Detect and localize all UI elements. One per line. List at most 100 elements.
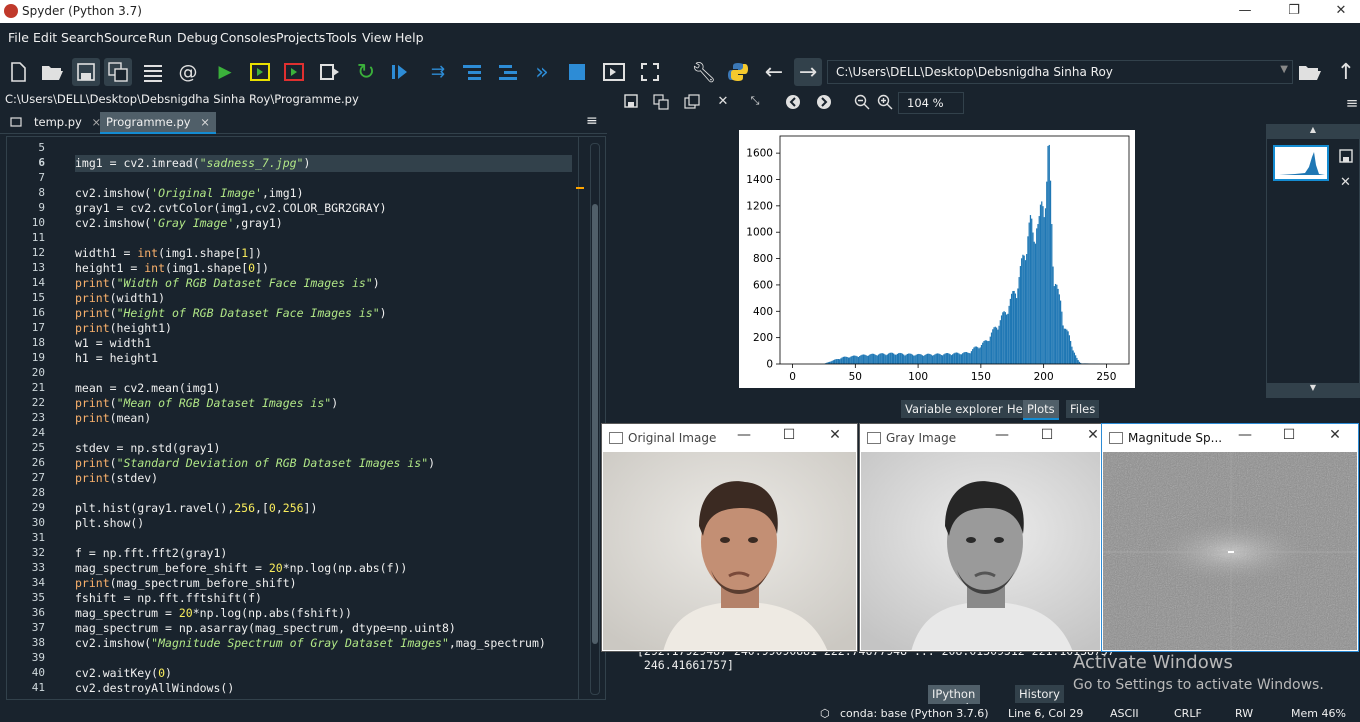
step-icon[interactable]: ⇉ bbox=[424, 58, 452, 86]
remove-all-plots-icon[interactable]: ⤡ bbox=[745, 94, 765, 112]
zoom-level-field[interactable]: 104 % bbox=[898, 92, 964, 114]
previous-plot-icon[interactable] bbox=[783, 94, 803, 112]
histogram-bar bbox=[835, 359, 837, 364]
editor-options-menu-icon[interactable]: ≡ bbox=[582, 112, 602, 134]
wrench-icon[interactable]: 🔧︎ bbox=[690, 58, 718, 86]
thumbnails-scroll-up-icon[interactable]: ▲ bbox=[1267, 125, 1359, 139]
histogram-bar bbox=[911, 354, 914, 364]
run-icon[interactable]: ▶ bbox=[211, 58, 239, 86]
line-number: 5 bbox=[38, 141, 45, 154]
cv-window-gray[interactable]: Gray Image — ☐ ✕ bbox=[859, 423, 1102, 652]
menu-search[interactable]: Search bbox=[61, 30, 104, 45]
zoom-in-icon[interactable] bbox=[875, 94, 895, 112]
tab-programme[interactable]: Programme.py × bbox=[100, 112, 216, 134]
editor-scrollbar-thumb[interactable] bbox=[592, 204, 598, 644]
run-selection-icon[interactable] bbox=[316, 58, 344, 86]
editor-tabbar: temp.py × Programme.py × ≡ bbox=[0, 110, 607, 134]
tab-files[interactable]: Files bbox=[1066, 400, 1100, 418]
window-app-icon bbox=[1109, 432, 1123, 444]
menu-bar: File Edit Search Source Run Debug Consol… bbox=[0, 26, 1360, 50]
new-file-icon[interactable] bbox=[4, 58, 32, 86]
thumbnails-scroll-down-icon[interactable]: ▼ bbox=[1267, 383, 1359, 397]
histogram-bar bbox=[869, 354, 871, 364]
cv-window-maximize-button[interactable]: ☐ bbox=[1032, 427, 1062, 443]
code-line: print(mag_spectrum_before_shift) bbox=[75, 576, 297, 590]
remove-plot-icon[interactable]: ✕ bbox=[713, 94, 733, 112]
editor-scrollbar[interactable] bbox=[590, 143, 600, 695]
code-line: print(width1) bbox=[75, 291, 166, 305]
browse-tabs-icon[interactable] bbox=[6, 112, 26, 134]
fullscreen-icon[interactable] bbox=[636, 58, 664, 86]
cv-window-minimize-button[interactable]: — bbox=[987, 427, 1017, 443]
stop-debug-icon[interactable] bbox=[563, 58, 591, 86]
line-number: 32 bbox=[31, 546, 45, 559]
cv-window-magnitude[interactable]: Magnitude Sp... — ☐ ✕ bbox=[1101, 423, 1359, 652]
menu-help[interactable]: Help bbox=[395, 30, 424, 45]
run-cell-advance-icon[interactable] bbox=[280, 58, 308, 86]
menu-source[interactable]: Source bbox=[104, 30, 147, 45]
close-button[interactable]: ✕ bbox=[1318, 0, 1360, 23]
menu-consoles[interactable]: Consoles bbox=[220, 30, 276, 45]
cv-window-original[interactable]: Original Image — ☐ ✕ bbox=[601, 423, 858, 652]
preferences-at-icon[interactable]: @ bbox=[174, 58, 202, 86]
code-line: f = np.fft.fft2(gray1) bbox=[75, 546, 228, 560]
histogram-bar bbox=[916, 354, 919, 364]
menu-edit[interactable]: Edit bbox=[33, 30, 57, 45]
menu-tools[interactable]: Tools bbox=[326, 30, 357, 45]
cv-window-minimize-button[interactable]: — bbox=[729, 427, 759, 443]
tab-programme-close-icon[interactable]: × bbox=[200, 115, 210, 129]
cv-window-close-button[interactable]: ✕ bbox=[1320, 427, 1350, 443]
save-plot-icon[interactable] bbox=[621, 94, 641, 112]
step-into-icon[interactable] bbox=[458, 58, 486, 86]
copy-plot-icon[interactable] bbox=[682, 94, 702, 112]
save-file-icon[interactable] bbox=[72, 58, 100, 86]
tab-plots[interactable]: Plots bbox=[1023, 400, 1059, 420]
cv-window-close-button[interactable]: ✕ bbox=[820, 427, 850, 443]
step-return-icon[interactable] bbox=[494, 58, 522, 86]
code-editor[interactable]: 5 6 7 8 9 10 11 12 13 14 15 16 17 18 19 20 21 22 23 24 25 26 2… bbox=[6, 136, 606, 700]
conda-env-icon: ⬡ bbox=[820, 707, 830, 720]
minimize-button[interactable]: — bbox=[1222, 0, 1268, 23]
thumbnail-close-icon[interactable]: ✕ bbox=[1340, 175, 1351, 190]
cv-window-maximize-button[interactable]: ☐ bbox=[1274, 427, 1304, 443]
back-arrow-icon[interactable]: ← bbox=[760, 58, 788, 86]
histogram-bar bbox=[1048, 144, 1050, 364]
cv-window-maximize-button[interactable]: ☐ bbox=[774, 427, 804, 443]
thumbnail-save-icon[interactable] bbox=[1339, 149, 1353, 166]
next-plot-icon[interactable] bbox=[814, 94, 834, 112]
tab-history[interactable]: History bbox=[1015, 685, 1064, 703]
cv-window-gray-titlebar[interactable]: Gray Image — ☐ ✕ bbox=[860, 424, 1101, 452]
plots-options-menu-icon[interactable]: ≡ bbox=[1342, 94, 1360, 112]
cv-window-original-titlebar[interactable]: Original Image — ☐ ✕ bbox=[602, 424, 857, 452]
continue-icon[interactable]: » bbox=[528, 58, 556, 86]
open-file-icon[interactable] bbox=[38, 58, 66, 86]
cv-window-magnitude-titlebar[interactable]: Magnitude Sp... — ☐ ✕ bbox=[1102, 424, 1358, 452]
plot-thumbnail[interactable] bbox=[1273, 145, 1329, 181]
tab-variable-explorer[interactable]: Variable explorer bbox=[901, 400, 1007, 418]
zoom-out-icon[interactable] bbox=[852, 94, 872, 112]
cv-window-minimize-button[interactable]: — bbox=[1230, 427, 1260, 443]
working-directory-combo[interactable]: C:\Users\DELL\Desktop\Debsnigdha Sinha R… bbox=[827, 60, 1293, 84]
menu-view[interactable]: View bbox=[362, 30, 392, 45]
menu-projects[interactable]: Projects bbox=[276, 30, 325, 45]
debug-icon[interactable] bbox=[386, 58, 414, 86]
chevron-down-icon[interactable]: ▼ bbox=[1280, 64, 1288, 75]
forward-arrow-icon[interactable]: → bbox=[794, 58, 822, 86]
histogram-bar bbox=[1005, 314, 1008, 364]
menu-debug[interactable]: Debug bbox=[177, 30, 218, 45]
outline-list-icon[interactable] bbox=[139, 58, 167, 86]
rerun-icon[interactable]: ↻ bbox=[352, 58, 380, 86]
tab-temp[interactable]: temp.py × bbox=[28, 112, 107, 134]
browse-folder-icon[interactable] bbox=[1296, 58, 1324, 86]
parent-directory-icon[interactable]: ↑ bbox=[1332, 58, 1360, 86]
run-cell-icon[interactable] bbox=[246, 58, 274, 86]
save-all-plots-icon[interactable] bbox=[651, 94, 671, 112]
restore-button[interactable]: ❐ bbox=[1271, 0, 1317, 23]
save-all-icon[interactable] bbox=[104, 58, 132, 86]
python-path-icon[interactable] bbox=[724, 58, 752, 86]
menu-file[interactable]: File bbox=[8, 30, 29, 45]
maximize-pane-icon[interactable] bbox=[600, 58, 628, 86]
menu-run[interactable]: Run bbox=[148, 30, 172, 45]
histogram-bar bbox=[840, 358, 842, 364]
line-number: 13 bbox=[31, 261, 45, 274]
